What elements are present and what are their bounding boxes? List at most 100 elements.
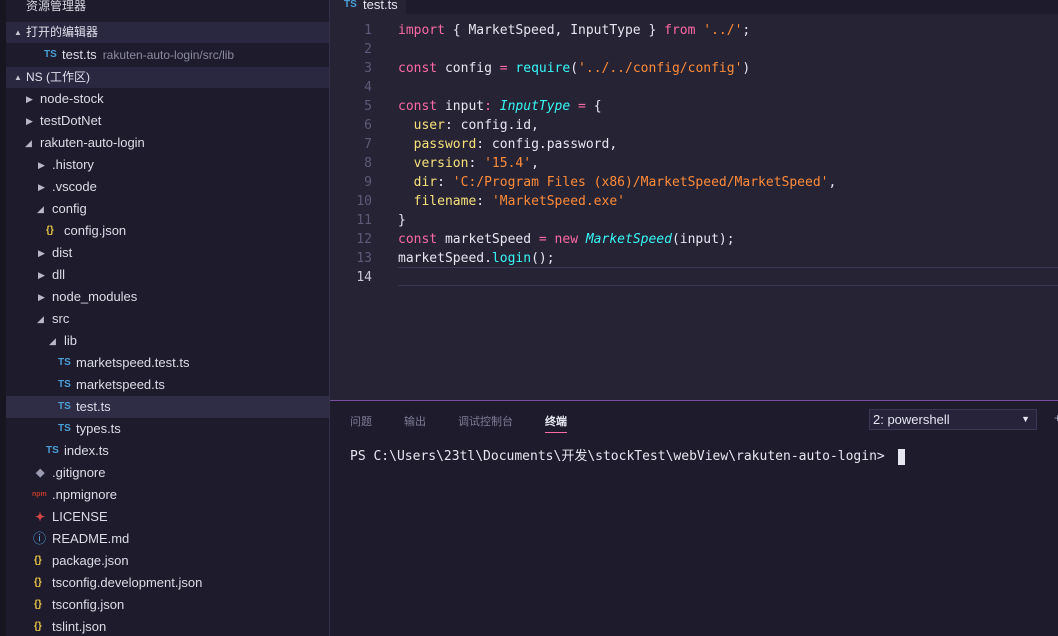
chevron-right-icon: ▶ [38,270,45,280]
tree-item-index-ts[interactable]: TS index.ts [6,440,329,462]
tab-test-ts[interactable]: TS test.ts [330,0,406,14]
explorer-title: 资源管理器 [26,0,87,13]
workspace-label: NS (工作区) [26,70,90,84]
tab-output[interactable]: 输出 [404,413,426,429]
code-line: user: config.id, [398,118,539,133]
code-editor[interactable]: TS test.ts 1 import { MarketSpeed, InputT… [330,0,1058,400]
tree-item-test-ts[interactable]: TS test.ts [6,396,329,418]
tree-item-lib[interactable]: ◢ lib [6,330,329,352]
typescript-file-icon: TS [58,423,71,434]
npm-icon: npm [32,491,47,498]
chevron-down-icon: ◢ [37,314,44,324]
code-line: const input: InputType = { [398,99,602,114]
tab-terminal[interactable]: 终端 [545,413,567,429]
terminal-select[interactable]: 2: powershell ▼ [869,409,1037,430]
terminal-select-value: 2: powershell [873,412,950,427]
line-number: 12 [356,232,372,247]
tree-item-config-json[interactable]: {} config.json [6,220,329,242]
chevron-right-icon: ▶ [26,116,33,126]
tree-item-marketspeed-test-ts[interactable]: TS marketspeed.test.ts [6,352,329,374]
json-file-icon: {} [34,555,42,566]
tab-problems[interactable]: 问题 [350,413,372,429]
explorer-sidebar: 资源管理器 ▲ 打开的编辑器 TS test.ts rakuten-auto-lo… [0,0,329,636]
tree-item-testdotnet[interactable]: ▶ testDotNet [6,110,329,132]
line-number: 1 [364,23,372,38]
line-number: 14 [356,270,372,285]
terminal-output[interactable]: PS C:\Users\23tl\Documents\开发\stockTest\… [350,449,905,465]
chevron-down-icon: ◢ [25,138,32,148]
bottom-panel: 问题 输出 调试控制台 终端 2: powershell ▼ + PS C:\U… [330,400,1058,636]
tree-item-package-json[interactable]: {} package.json [6,550,329,572]
panel-border [330,400,1058,401]
line-number: 6 [364,118,372,133]
tree-item-types-ts[interactable]: TS types.ts [6,418,329,440]
open-editor-name: test.ts [62,47,97,62]
line-number: 10 [356,194,372,209]
tree-item-tsconfig-development-json[interactable]: {} tsconfig.development.json [6,572,329,594]
terminal-cursor [897,449,905,465]
code-line: version: '15.4', [398,156,539,171]
code-line: password: config.password, [398,137,618,152]
code-line: const config = require('../../config/con… [398,61,751,76]
line-number: 5 [364,99,372,114]
typescript-file-icon: TS [58,357,71,368]
tree-item-license[interactable]: ✦ LICENSE [6,506,329,528]
chevron-right-icon: ▶ [38,182,45,192]
tree-item-rakuten-auto-login[interactable]: ◢ rakuten-auto-login [6,132,329,154]
line-number: 3 [364,61,372,76]
typescript-file-icon: TS [44,49,57,60]
current-line-highlight [398,267,1058,286]
code-line: filename: 'MarketSpeed.exe' [398,194,625,209]
chevron-right-icon: ▶ [38,292,45,302]
tree-item-src[interactable]: ◢ src [6,308,329,330]
line-number: 4 [364,80,372,95]
panel-action-icon[interactable]: + [1054,411,1058,425]
chevron-right-icon: ▶ [38,160,45,170]
tree-item-npmignore[interactable]: npm .npmignore [6,484,329,506]
tree-item-readme[interactable]: ⓘ README.md [6,528,329,550]
workspace-header[interactable]: ▲ NS (工作区) [6,67,329,88]
line-number: 7 [364,137,372,152]
tree-item-history[interactable]: ▶ .history [6,154,329,176]
line-number: 13 [356,251,372,266]
tree-item-node-modules[interactable]: ▶ node_modules [6,286,329,308]
tree-item-config[interactable]: ◢ config [6,198,329,220]
typescript-file-icon: TS [344,0,357,10]
open-editors-header[interactable]: ▲ 打开的编辑器 [6,22,329,43]
tree-item-gitignore[interactable]: ◆ .gitignore [6,462,329,484]
tree-item-node-stock[interactable]: ▶ node-stock [6,88,329,110]
json-file-icon: {} [46,225,54,236]
open-editor-path: rakuten-auto-login/src/lib [102,48,235,62]
line-number: 11 [356,213,372,228]
tab-debug-console[interactable]: 调试控制台 [458,413,513,429]
git-icon: ◆ [36,467,45,479]
code-line: marketSpeed.login(); [398,251,555,266]
editor-tab-bar: TS test.ts [330,0,1058,14]
tree-item-tsconfig-json[interactable]: {} tsconfig.json [6,594,329,616]
typescript-file-icon: TS [46,445,59,456]
chevron-right-icon: ▶ [38,248,45,258]
tree-item-vscode[interactable]: ▶ .vscode [6,176,329,198]
typescript-file-icon: TS [58,379,71,390]
open-editor-item[interactable]: TS test.ts rakuten-auto-login/src/lib [6,44,329,66]
chevron-right-icon: ▶ [26,94,33,104]
tree-item-dll[interactable]: ▶ dll [6,264,329,286]
json-file-icon: {} [34,577,42,588]
chevron-down-icon: ▼ [1021,414,1030,424]
typescript-file-icon: TS [58,401,71,412]
info-icon: ⓘ [33,531,47,546]
line-number: 2 [364,42,372,57]
line-number: 8 [364,156,372,171]
line-number: 9 [364,175,372,190]
json-file-icon: {} [34,599,42,610]
tree-item-dist[interactable]: ▶ dist [6,242,329,264]
code-line: dir: 'C:/Program Files (x86)/MarketSpeed… [398,175,837,190]
terminal-prompt: PS C:\Users\23tl\Documents\开发\stockTest\… [350,449,893,464]
tree-item-marketspeed-ts[interactable]: TS marketspeed.ts [6,374,329,396]
tab-label: test.ts [363,0,398,12]
open-editors-label: 打开的编辑器 [26,25,99,39]
chevron-down-icon: ◢ [49,336,56,346]
tree-item-tslint-json[interactable]: {} tslint.json [6,616,329,636]
code-line: const marketSpeed = new MarketSpeed(inpu… [398,232,735,247]
code-line: import { MarketSpeed, InputType } from '… [398,23,751,38]
